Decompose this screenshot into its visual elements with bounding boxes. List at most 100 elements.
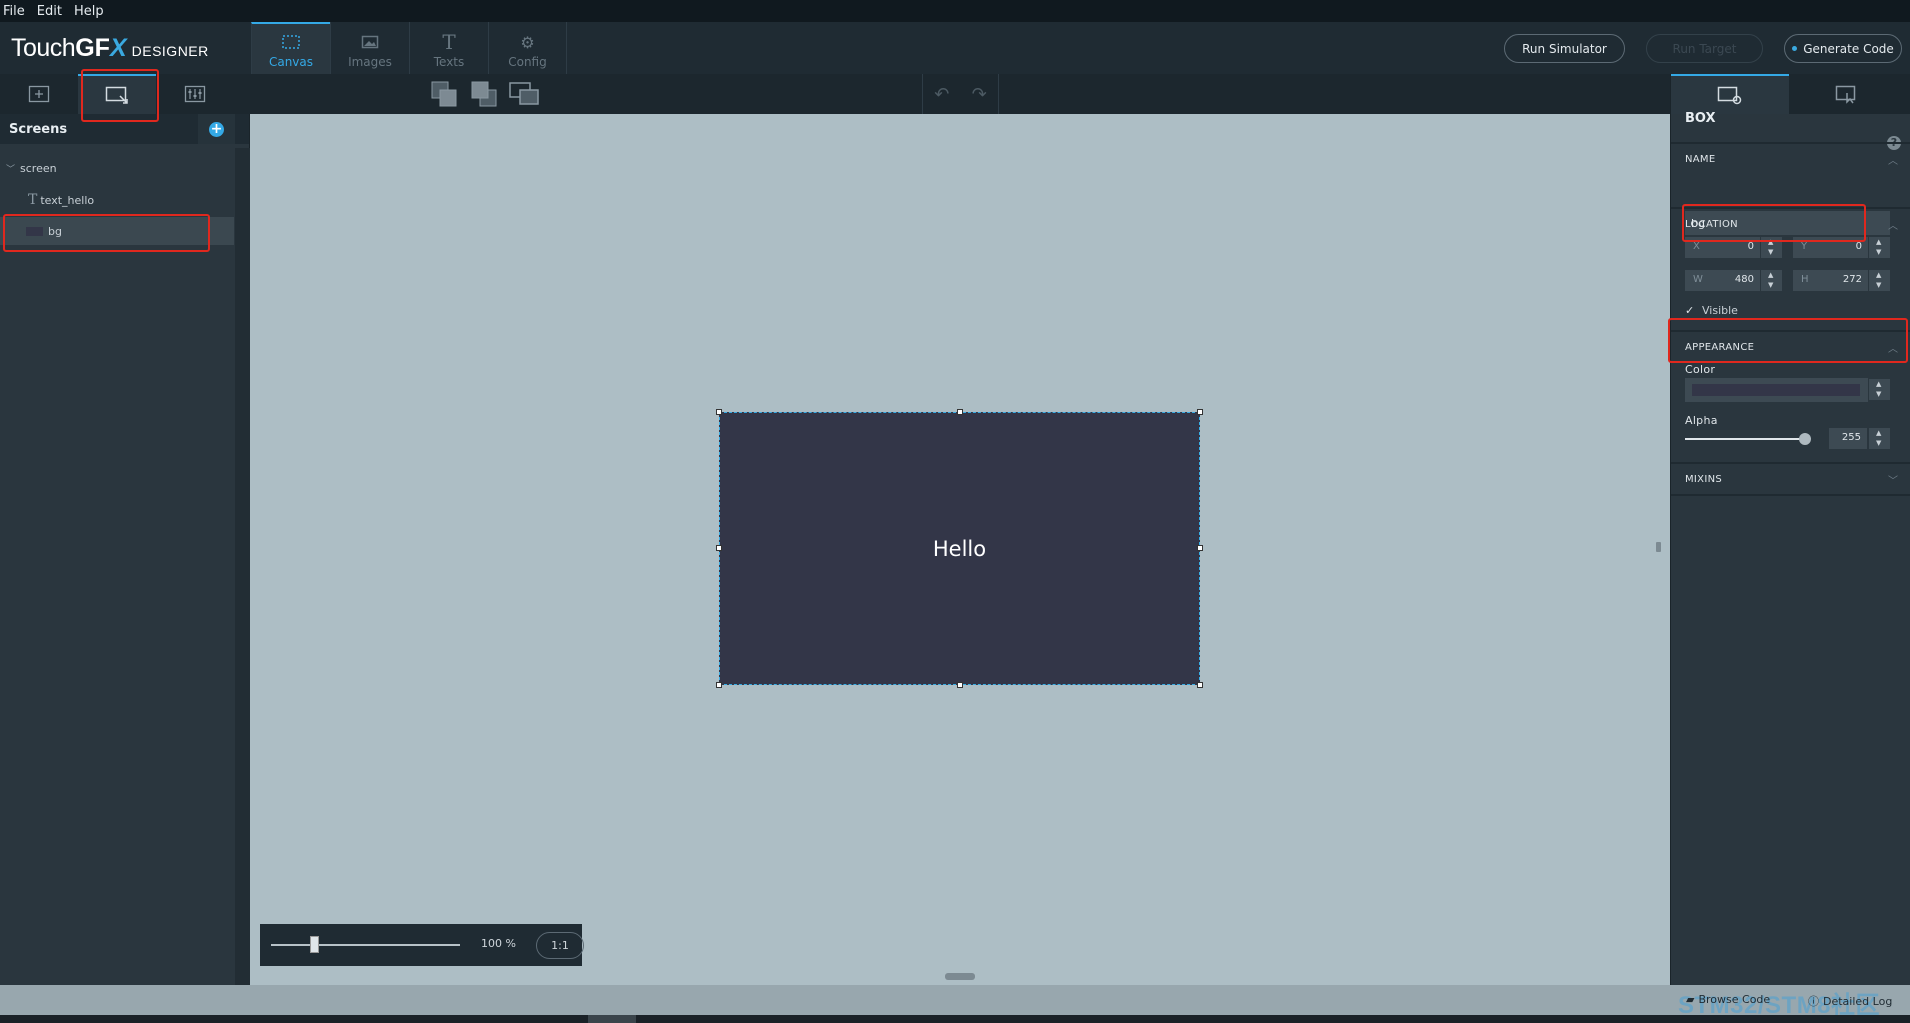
generate-code-button[interactable]: Generate Code (1784, 34, 1902, 63)
resize-handle-s[interactable] (957, 682, 963, 688)
taskbar (0, 1015, 1910, 1023)
highlight-widget-tree-button (81, 69, 159, 122)
logo-text-gf: GF (75, 34, 110, 62)
undo-redo-group: ↶ ↷ (922, 74, 999, 114)
folder-icon: ▰ (1686, 993, 1695, 1006)
section-divider (1671, 494, 1910, 496)
detailed-log-link[interactable]: ⓘ Detailed Log (1808, 993, 1892, 1009)
send-to-back-button[interactable] (470, 74, 498, 114)
y-label: Y (1801, 241, 1808, 252)
undo-icon[interactable]: ↶ (934, 84, 949, 105)
status-dot-icon (1792, 46, 1798, 51)
x-label: X (1693, 241, 1700, 252)
tab-canvas[interactable]: Canvas (251, 22, 330, 74)
interactions-button[interactable] (156, 74, 234, 114)
name-section-label: NAME (1685, 154, 1716, 165)
resize-handle-se[interactable] (1197, 682, 1203, 688)
status-bar: STM32/STM8社区 ▰ Browse Code ⓘ Detailed Lo… (0, 985, 1910, 1019)
run-simulator-button[interactable]: Run Simulator (1504, 34, 1625, 63)
widget-type-title: BOX (1685, 111, 1716, 126)
resize-handle-ne[interactable] (1197, 409, 1203, 415)
tab-texts-label: Texts (433, 55, 465, 69)
tree-scrollbar[interactable] (235, 148, 250, 985)
h-label: H (1801, 274, 1809, 285)
app-header: Touch GF X DESIGNER Canvas Images T Text… (0, 22, 1910, 74)
interaction-icon (1835, 85, 1856, 104)
section-divider (1671, 462, 1910, 464)
screens-title: Screens (9, 121, 68, 137)
add-icon: + (209, 120, 224, 137)
y-value: 0 (1855, 241, 1862, 252)
menu-help[interactable]: Help (68, 4, 110, 19)
x-value: 0 (1747, 241, 1754, 252)
run-target-button[interactable]: Run Target (1646, 34, 1763, 63)
menu-bar: File Edit Help (0, 0, 1910, 22)
group-button[interactable] (508, 74, 540, 114)
visible-checkbox[interactable]: ✓ Visible (1685, 304, 1738, 317)
resize-handle-sw[interactable] (716, 682, 722, 688)
resize-handle-w[interactable] (716, 545, 722, 551)
alpha-slider-track[interactable] (1685, 438, 1801, 440)
y-stepper[interactable]: ▲ ▼ (1868, 237, 1890, 258)
bring-to-front-button[interactable] (430, 74, 458, 114)
w-stepper[interactable]: ▲ ▼ (1760, 270, 1782, 291)
resize-handle-n[interactable] (957, 409, 963, 415)
interactions-icon (184, 85, 206, 103)
menu-file[interactable]: File (0, 4, 31, 19)
horizontal-scroll-grip[interactable] (945, 973, 975, 980)
color-field[interactable] (1685, 378, 1868, 402)
box-widget-bg[interactable]: Hello (716, 409, 1203, 688)
chevron-down-icon[interactable]: ﹀ (1888, 472, 1898, 487)
widget-properties-icon (1717, 86, 1742, 105)
tab-images[interactable]: Images (330, 22, 409, 74)
tab-interactions[interactable] (1789, 74, 1907, 114)
tab-properties[interactable] (1671, 74, 1789, 114)
tab-config[interactable]: ⚙ Config (488, 22, 567, 74)
add-widget-button[interactable] (0, 74, 78, 114)
alpha-stepper[interactable]: ▲ ▼ (1868, 428, 1890, 449)
config-icon: ⚙ (520, 32, 535, 52)
group-icon (509, 82, 539, 105)
resize-handle-nw[interactable] (716, 409, 722, 415)
resize-handle-e[interactable] (1197, 545, 1203, 551)
mixins-section-label: MIXINS (1685, 474, 1723, 485)
tree-item-screen[interactable]: ﹀ screen (0, 154, 57, 182)
zoom-slider-track[interactable] (271, 944, 460, 946)
section-divider (1671, 142, 1910, 144)
main-nav-tabs: Canvas Images T Texts ⚙ Config (251, 22, 567, 74)
texts-icon: T (442, 30, 456, 54)
alpha-slider-thumb[interactable] (1799, 433, 1811, 445)
h-value: 272 (1842, 274, 1862, 285)
canvas-toolbar: ↶ ↷ (250, 74, 1670, 114)
alpha-input[interactable]: 255 (1829, 428, 1867, 449)
tab-images-label: Images (348, 55, 392, 69)
canvas-icon (282, 31, 300, 53)
logo-text-touch: Touch (11, 34, 76, 62)
h-stepper[interactable]: ▲ ▼ (1868, 270, 1890, 291)
detailed-log-label: Detailed Log (1823, 994, 1893, 1008)
chevron-up-icon[interactable]: ︿ (1888, 152, 1898, 167)
menu-edit[interactable]: Edit (31, 4, 68, 19)
zoom-slider-thumb[interactable] (310, 936, 319, 953)
tab-config-label: Config (508, 55, 547, 69)
taskbar-item[interactable] (588, 1015, 636, 1023)
visible-label: Visible (1702, 304, 1738, 317)
tab-texts[interactable]: T Texts (409, 22, 488, 74)
color-swatch (1692, 384, 1860, 396)
add-screen-button[interactable]: + (198, 114, 235, 144)
chevron-down-icon: ﹀ (6, 164, 16, 175)
highlight-size-fields (1668, 318, 1908, 363)
text-hello-widget[interactable]: Hello (720, 413, 1199, 684)
h-field[interactable]: H 272 (1793, 270, 1868, 291)
vertical-scroll-grip[interactable] (1656, 542, 1661, 552)
tree-item-text-hello[interactable]: T text_hello (0, 186, 94, 214)
redo-icon[interactable]: ↷ (972, 84, 987, 105)
w-field[interactable]: W 480 (1685, 270, 1760, 291)
color-label: Color (1685, 363, 1716, 376)
zoom-reset-button[interactable]: 1:1 (536, 932, 584, 959)
canvas-area[interactable]: Hello 100 % 1:1 (250, 114, 1670, 985)
color-stepper[interactable]: ▲ ▼ (1868, 379, 1890, 400)
chevron-up-icon[interactable]: ︿ (1888, 217, 1898, 232)
browse-code-link[interactable]: ▰ Browse Code (1686, 993, 1770, 1006)
alpha-label: Alpha (1685, 414, 1718, 427)
